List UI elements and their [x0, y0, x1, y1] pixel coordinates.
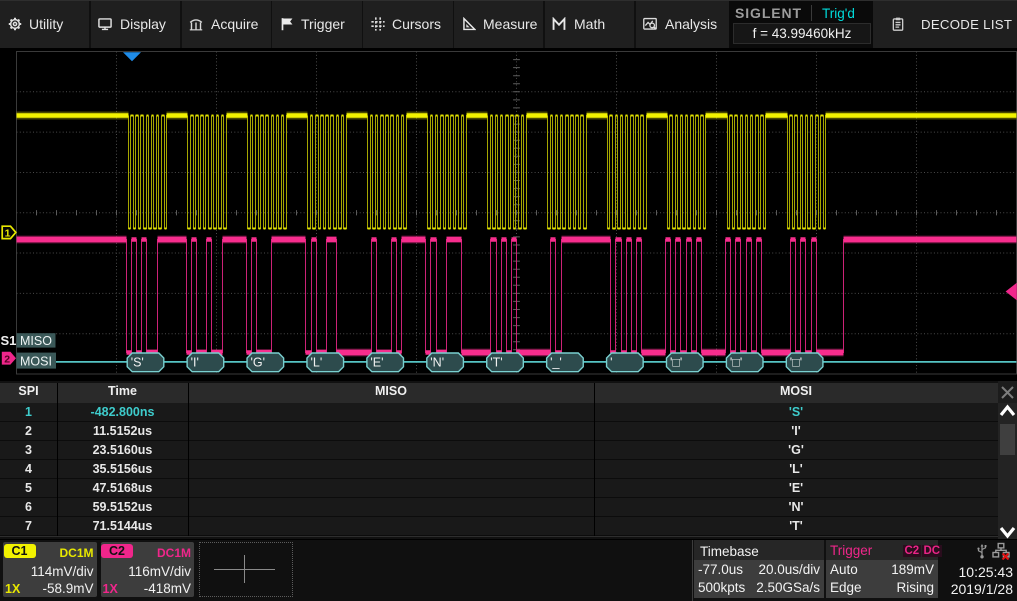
svg-text:2: 2	[4, 353, 10, 365]
svg-text:'T': 'T'	[490, 356, 502, 370]
svg-text:S1: S1	[1, 333, 17, 348]
svg-text:'□': '□'	[670, 356, 682, 370]
svg-text:'L': 'L'	[311, 356, 323, 370]
svg-text:': '	[610, 356, 612, 370]
svg-text:'I': 'I'	[191, 356, 199, 370]
svg-text:'E': 'E'	[370, 356, 383, 370]
svg-text:'□': '□'	[790, 356, 802, 370]
svg-text:'S': 'S'	[131, 356, 144, 370]
svg-text:MOSI: MOSI	[20, 355, 52, 369]
svg-text:'_': '_'	[550, 356, 562, 370]
svg-text:'N': 'N'	[430, 356, 444, 370]
svg-text:'□': '□'	[730, 356, 742, 370]
svg-text:'G': 'G'	[251, 356, 266, 370]
svg-text:1: 1	[5, 228, 11, 240]
svg-text:MISO: MISO	[20, 334, 52, 348]
